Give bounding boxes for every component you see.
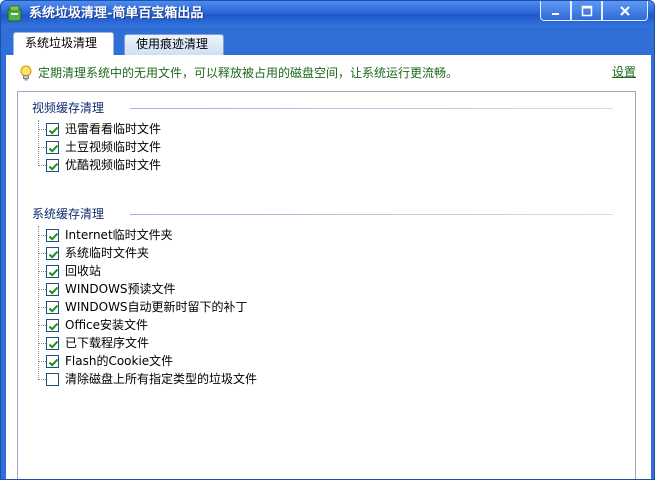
maximize-button[interactable]: [571, 1, 602, 21]
hint-text: 定期清理系统中的无用文件，可以释放被占用的磁盘空间，让系统运行更流畅。: [38, 66, 459, 80]
checkbox[interactable]: [46, 337, 59, 350]
item-label: 土豆视频临时文件: [65, 140, 162, 154]
item-label: Flash的Cookie文件: [65, 354, 174, 368]
checkmark-icon: [48, 286, 59, 295]
lightbulb-icon: [20, 65, 32, 81]
checkbox[interactable]: [46, 123, 59, 136]
checkbox[interactable]: [46, 141, 59, 154]
item-label: 系统临时文件夹: [65, 246, 150, 260]
item-label: 回收站: [65, 264, 102, 278]
tab-strip: 系统垃圾清理 使用痕迹清理: [6, 27, 651, 56]
item-label: WINDOWS预读文件: [65, 282, 176, 296]
minimize-icon: [551, 12, 559, 15]
checkmark-icon: [48, 322, 59, 331]
tab-system-junk[interactable]: 系统垃圾清理: [13, 32, 114, 56]
checkmark-icon: [48, 340, 59, 349]
checkmark-icon: [48, 304, 59, 313]
checkmark-icon: [48, 144, 59, 153]
checkbox[interactable]: [46, 319, 59, 332]
checkmark-icon: [48, 250, 59, 259]
tree-line: [38, 226, 39, 380]
checkbox[interactable]: [46, 265, 59, 278]
checkmark-icon: [48, 162, 59, 171]
item-label: Internet临时文件夹: [65, 228, 173, 242]
checkbox[interactable]: [46, 373, 59, 386]
checkmark-icon: [48, 268, 59, 277]
checkbox[interactable]: [46, 283, 59, 296]
item-label: 已下载程序文件: [65, 336, 150, 350]
cleanup-options-panel: 视频缓存清理 迅雷看看临时文件 土豆视频临时文件 优酷视频临时文件 系统缓存清理: [17, 91, 636, 479]
checkbox[interactable]: [46, 247, 59, 260]
window-title: 系统垃圾清理-简单百宝箱出品: [29, 6, 204, 21]
checkbox[interactable]: [46, 301, 59, 314]
group-title-system-cache: 系统缓存清理: [32, 207, 105, 221]
item-label: 迅雷看看临时文件: [65, 122, 162, 136]
group-divider: [130, 214, 613, 215]
title-bar[interactable]: 系统垃圾清理-简单百宝箱出品: [1, 1, 654, 27]
maximize-icon: [581, 5, 592, 16]
settings-link[interactable]: 设置: [612, 63, 636, 81]
checkbox[interactable]: [46, 159, 59, 172]
close-button[interactable]: [602, 1, 648, 21]
item-label: 优酷视频临时文件: [65, 158, 162, 172]
minimize-button[interactable]: [540, 1, 571, 21]
checkbox[interactable]: [46, 355, 59, 368]
close-icon: [620, 5, 630, 16]
checkbox[interactable]: [46, 229, 59, 242]
app-window: 系统垃圾清理-简单百宝箱出品 系统垃圾清理 使用痕迹清理 定期清理系统中的无用文…: [0, 0, 655, 480]
tab-usage-traces[interactable]: 使用痕迹清理: [124, 34, 224, 55]
checkmark-icon: [48, 358, 59, 367]
item-label: Office安装文件: [65, 318, 149, 332]
group-title-video-cache: 视频缓存清理: [32, 101, 105, 115]
checkmark-icon: [48, 232, 59, 241]
item-label: WINDOWS自动更新时留下的补丁: [65, 300, 248, 314]
item-label: 清除磁盘上所有指定类型的垃圾文件: [65, 372, 258, 386]
app-icon: [7, 5, 22, 22]
tree-line: [38, 120, 39, 166]
group-divider: [130, 108, 613, 109]
content-area: 定期清理系统中的无用文件，可以释放被占用的磁盘空间，让系统运行更流畅。 设置 视…: [6, 55, 651, 479]
checkmark-icon: [48, 126, 59, 135]
